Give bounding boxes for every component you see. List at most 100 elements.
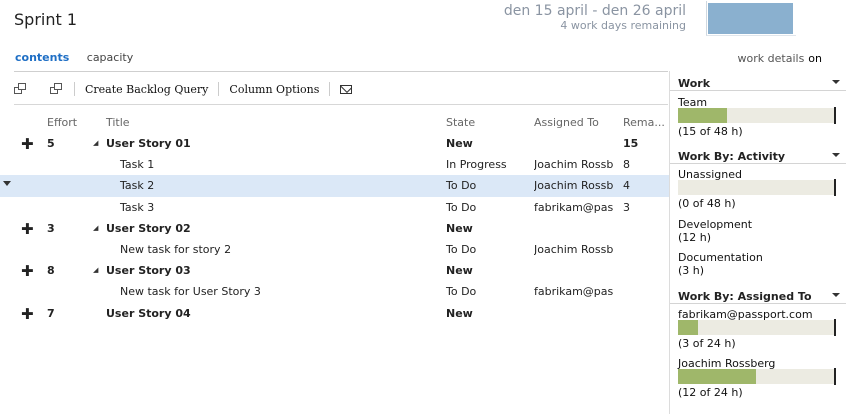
column-header-title[interactable]: Title: [106, 116, 130, 129]
collapse-icon[interactable]: ◢: [93, 266, 98, 274]
state-cell: In Progress: [446, 158, 507, 172]
section-header-work[interactable]: Work: [670, 71, 846, 91]
collapse-icon[interactable]: ◢: [93, 224, 98, 232]
table-row[interactable]: ✚ 3 ◢ User Story 02 New: [0, 218, 669, 239]
column-header-state[interactable]: State: [446, 116, 475, 129]
capacity-bar-limit: [834, 368, 836, 385]
capacity-bar-limit: [834, 319, 836, 336]
collapse-icon[interactable]: ◢: [93, 139, 98, 147]
table-row[interactable]: Task 3 To Do fabrikam@pas... 3: [0, 197, 669, 218]
state-cell: New: [446, 264, 473, 278]
title-cell[interactable]: Task 1: [120, 158, 154, 171]
row-menu-icon[interactable]: [3, 181, 11, 187]
view-tabs: contents capacity: [15, 51, 147, 64]
capacity-detail: (15 of 48 h): [678, 125, 743, 138]
effort-cell: 3: [47, 221, 55, 235]
capacity-bar: [678, 107, 836, 124]
assigned-cell: Joachim Rossb...: [534, 242, 614, 256]
activity-label: Documentation: [678, 251, 763, 264]
title-cell[interactable]: User Story 01: [106, 137, 191, 150]
divider: [14, 104, 668, 105]
add-task-icon[interactable]: ✚: [21, 305, 34, 323]
toolbar: Create Backlog Query Column Options: [14, 80, 353, 98]
chevron-down-icon[interactable]: [832, 80, 840, 84]
assigned-cell: fabrikam@pas...: [534, 285, 614, 299]
state-cell: To Do: [446, 242, 477, 256]
tab-capacity[interactable]: capacity: [87, 51, 133, 64]
chevron-down-icon[interactable]: [832, 293, 840, 297]
effort-cell: 7: [47, 306, 55, 320]
capacity-bar: [678, 319, 836, 336]
state-cell: New: [446, 221, 473, 235]
toolbar-separator: [74, 82, 75, 96]
capacity-bar: [678, 179, 836, 196]
section-header-by-activity[interactable]: Work By: Activity: [670, 144, 846, 164]
column-options-button[interactable]: Column Options: [229, 83, 319, 96]
assignee-detail: (3 of 24 h): [678, 337, 736, 350]
expand-all-icon[interactable]: [14, 83, 28, 95]
activity-detail: (3 h): [678, 264, 705, 277]
remaining-cell: 4: [623, 179, 630, 193]
table-row[interactable]: ✚ 5 ◢ User Story 01 New 15: [0, 133, 669, 154]
table-row[interactable]: ✚ 7 User Story 04 New: [0, 303, 669, 324]
tab-contents[interactable]: contents: [15, 51, 69, 64]
table-row[interactable]: ✚ 8 ◢ User Story 03 New: [0, 260, 669, 281]
by-assigned-section: Work By: Assigned To: [670, 284, 846, 304]
title-cell[interactable]: User Story 03: [106, 264, 191, 277]
assignee-detail: (12 of 24 h): [678, 386, 743, 399]
sprint-title: Sprint 1: [14, 10, 78, 29]
table-row-selected[interactable]: Task 2 To Do Joachim Rossb... 4: [0, 175, 669, 197]
table-row[interactable]: New task for story 2 To Do Joachim Rossb…: [0, 239, 669, 260]
add-task-icon[interactable]: ✚: [21, 220, 34, 238]
section-title: Work By: Activity: [678, 150, 786, 163]
remaining-cell: 3: [623, 200, 630, 214]
work-days-remaining: 4 work days remaining: [560, 19, 686, 32]
assigned-cell: fabrikam@pas...: [534, 200, 614, 214]
title-cell[interactable]: User Story 04: [106, 307, 191, 320]
capacity-bar-fill: [678, 108, 727, 123]
add-task-icon[interactable]: ✚: [21, 262, 34, 280]
work-details-on[interactable]: on: [808, 52, 822, 65]
work-section: Work: [670, 71, 846, 91]
grid-header: Effort Title State Assigned To Rema...: [0, 113, 669, 133]
burndown-chart[interactable]: [708, 3, 794, 34]
column-header-assigned-to[interactable]: Assigned To: [534, 116, 599, 129]
activity-detail: (12 h): [678, 231, 712, 244]
email-icon[interactable]: [340, 84, 353, 94]
title-cell[interactable]: New task for User Story 3: [120, 285, 261, 298]
state-cell: New: [446, 306, 473, 320]
column-header-effort[interactable]: Effort: [47, 116, 77, 129]
effort-cell: 8: [47, 264, 55, 278]
state-cell: To Do: [446, 285, 477, 299]
column-header-remaining[interactable]: Rema...: [623, 116, 665, 129]
section-header-by-assigned[interactable]: Work By: Assigned To: [670, 284, 846, 304]
add-task-icon[interactable]: ✚: [21, 135, 34, 153]
work-details-panel: Work Team (15 of 48 h) Work By: Activity…: [670, 71, 846, 414]
collapse-all-icon[interactable]: [50, 83, 64, 95]
chevron-down-icon[interactable]: [832, 153, 840, 157]
create-backlog-query-button[interactable]: Create Backlog Query: [85, 83, 208, 96]
remaining-cell: 8: [623, 158, 630, 172]
capacity-bar-limit: [834, 107, 836, 124]
table-row[interactable]: Task 1 In Progress Joachim Rossb... 8: [0, 154, 669, 175]
capacity-bar-fill: [678, 369, 756, 384]
state-cell: To Do: [446, 200, 477, 214]
table-row[interactable]: New task for User Story 3 To Do fabrikam…: [0, 281, 669, 302]
assigned-cell: Joachim Rossb...: [534, 179, 614, 193]
title-cell[interactable]: Task 2: [120, 179, 154, 192]
title-cell[interactable]: User Story 02: [106, 222, 191, 235]
capacity-bar: [678, 368, 836, 385]
activity-detail: (0 of 48 h): [678, 197, 736, 210]
sprint-dates: den 15 april - den 26 april: [503, 3, 686, 19]
section-title: Work: [678, 77, 711, 90]
backlog-grid: Effort Title State Assigned To Rema... ✚…: [0, 113, 669, 324]
remaining-cell: 15: [623, 137, 639, 150]
title-cell[interactable]: New task for story 2: [120, 243, 231, 256]
title-cell[interactable]: Task 3: [120, 201, 154, 214]
section-title: Work By: Assigned To: [678, 290, 812, 303]
state-cell: To Do: [446, 179, 477, 193]
toolbar-separator: [218, 82, 220, 96]
assigned-cell: Joachim Rossb...: [534, 158, 614, 172]
work-details-toggle[interactable]: work details on: [738, 52, 822, 65]
activity-label: Development: [678, 218, 753, 231]
